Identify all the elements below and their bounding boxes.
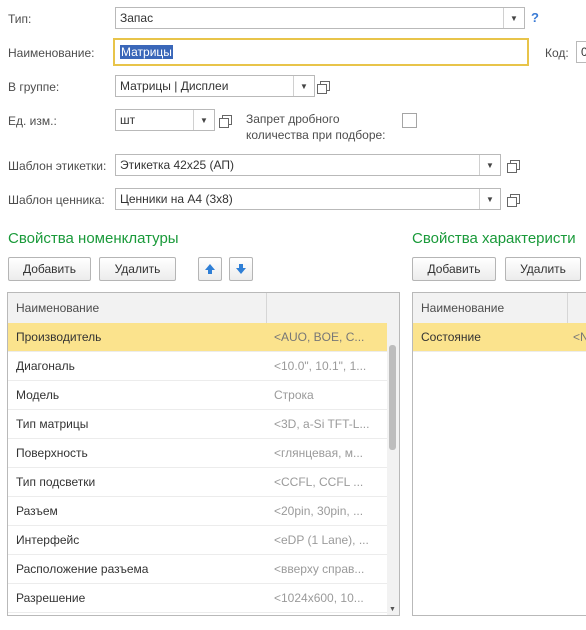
chevron-down-icon: ▼: [486, 194, 494, 204]
characteristic-delete-button[interactable]: Удалить: [505, 257, 581, 281]
chevron-down-icon: ▼: [486, 160, 494, 170]
open-icon: [317, 81, 330, 94]
scrollbar-thumb[interactable]: [389, 345, 396, 450]
table-row[interactable]: Интерфейс <eDP (1 Lane), ...: [8, 526, 387, 555]
row-value: <20pin, 30pin, ...: [274, 504, 364, 518]
characteristic-props-table: Наименование Состояние <N: [412, 292, 586, 616]
fractional-label-line2: количества при подборе:: [246, 128, 386, 142]
name-input[interactable]: Матрицы: [113, 38, 529, 66]
chevron-down-icon: ▼: [510, 13, 518, 23]
row-value: <eDP (1 Lane), ...: [274, 533, 369, 547]
group-value: Матрицы | Дисплеи: [120, 79, 229, 93]
unit-field[interactable]: шт ▼: [115, 109, 215, 131]
nomenclature-props-table: Наименование Производитель <AUO, BOE, C..…: [7, 292, 400, 616]
type-dropdown-button[interactable]: ▼: [503, 8, 524, 28]
group-field[interactable]: Матрицы | Дисплеи ▼: [115, 75, 315, 97]
label-template-field[interactable]: Этикетка 42x25 (АП) ▼: [115, 154, 501, 176]
row-value: <глянцевая, м...: [274, 446, 363, 460]
price-template-value: Ценники на А4 (3x8): [120, 192, 233, 206]
name-label: Наименование:: [8, 46, 95, 60]
price-template-open-button[interactable]: [506, 190, 524, 208]
group-open-button[interactable]: [316, 77, 334, 95]
type-label: Тип:: [8, 12, 32, 26]
table-row[interactable]: Производитель <AUO, BOE, C...: [8, 323, 387, 352]
table-header: Наименование: [8, 293, 399, 324]
fractional-checkbox[interactable]: [402, 113, 417, 128]
table-row[interactable]: Состояние <N: [413, 323, 586, 352]
label-template-dropdown-button[interactable]: ▼: [479, 155, 500, 175]
help-icon[interactable]: ?: [531, 10, 539, 25]
row-name: Диагональ: [16, 359, 75, 373]
characteristic-props-title: Свойства характеристи: [412, 230, 576, 247]
row-name: Тип матрицы: [16, 417, 89, 431]
fractional-label-line1: Запрет дробного: [246, 112, 340, 126]
label-template-open-button[interactable]: [506, 156, 524, 174]
table-row[interactable]: Диагональ <10.0", 10.1", 1...: [8, 352, 387, 381]
chevron-down-icon: ▼: [200, 115, 208, 125]
arrow-down-icon: [236, 264, 246, 274]
nomenclature-delete-button[interactable]: Удалить: [99, 257, 176, 281]
column-separator: [266, 293, 267, 323]
nomenclature-add-button[interactable]: Добавить: [8, 257, 91, 281]
code-input[interactable]: 0: [576, 41, 586, 63]
open-icon: [219, 115, 232, 128]
chevron-down-icon: ▼: [300, 81, 308, 91]
row-name: Модель: [16, 388, 60, 402]
table-row[interactable]: Разъем <20pin, 30pin, ...: [8, 497, 387, 526]
row-value: <N: [573, 330, 586, 344]
table-row[interactable]: Тип подсветки <CCFL, CCFL ...: [8, 468, 387, 497]
open-icon: [507, 194, 520, 207]
arrow-up-icon: [205, 264, 215, 274]
move-up-button[interactable]: [198, 257, 222, 281]
label-template-value: Этикетка 42x25 (АП): [120, 158, 235, 172]
code-label: Код:: [545, 46, 569, 60]
row-value: <10.0", 10.1", 1...: [274, 359, 367, 373]
row-name: Разъем: [16, 504, 58, 518]
row-name: Состояние: [421, 330, 481, 344]
row-value: <3D, a-Si TFT-L...: [274, 417, 370, 431]
characteristic-add-button[interactable]: Добавить: [412, 257, 496, 281]
row-name: Тип подсветки: [16, 475, 96, 489]
column-separator: [567, 293, 568, 323]
name-value: Матрицы: [120, 45, 173, 59]
price-template-label: Шаблон ценника:: [8, 193, 105, 207]
table-header: Наименование: [413, 293, 586, 324]
row-name: Поверхность: [16, 446, 88, 460]
table-row[interactable]: Разрешение <1024x600, 10...: [8, 584, 387, 613]
row-name: Разрешение: [16, 591, 86, 605]
row-value: <1024x600, 10...: [274, 591, 364, 605]
type-field[interactable]: Запас ▼: [115, 7, 525, 29]
table-row[interactable]: Поверхность <глянцевая, м...: [8, 439, 387, 468]
open-icon: [507, 160, 520, 173]
table-row[interactable]: Модель Строка: [8, 381, 387, 410]
group-label: В группе:: [8, 80, 60, 94]
row-value: <вверху справ...: [274, 562, 365, 576]
column-header-name: Наименование: [421, 301, 505, 315]
unit-value: шт: [120, 113, 136, 127]
type-value: Запас: [120, 11, 154, 25]
row-name: Расположение разъема: [16, 562, 149, 576]
row-name: Производитель: [16, 330, 102, 344]
label-template-label: Шаблон этикетки:: [8, 159, 107, 173]
column-header-name: Наименование: [16, 301, 100, 315]
scroll-down-icon[interactable]: ▼: [389, 606, 396, 613]
row-value: <AUO, BOE, C...: [274, 330, 365, 344]
unit-label: Ед. изм.:: [8, 114, 57, 128]
nomenclature-props-title: Свойства номенклатуры: [8, 230, 179, 247]
nomenclature-scrollbar[interactable]: ▼: [387, 323, 399, 615]
code-value: 0: [581, 45, 586, 59]
move-down-button[interactable]: [229, 257, 253, 281]
table-row[interactable]: Расположение разъема <вверху справ...: [8, 555, 387, 584]
unit-dropdown-button[interactable]: ▼: [193, 110, 214, 130]
unit-open-button[interactable]: [218, 111, 236, 129]
row-value: Строка: [274, 388, 314, 402]
price-template-field[interactable]: Ценники на А4 (3x8) ▼: [115, 188, 501, 210]
group-dropdown-button[interactable]: ▼: [293, 76, 314, 96]
row-name: Интерфейс: [16, 533, 80, 547]
table-row[interactable]: Тип матрицы <3D, a-Si TFT-L...: [8, 410, 387, 439]
row-value: <CCFL, CCFL ...: [274, 475, 364, 489]
price-template-dropdown-button[interactable]: ▼: [479, 189, 500, 209]
